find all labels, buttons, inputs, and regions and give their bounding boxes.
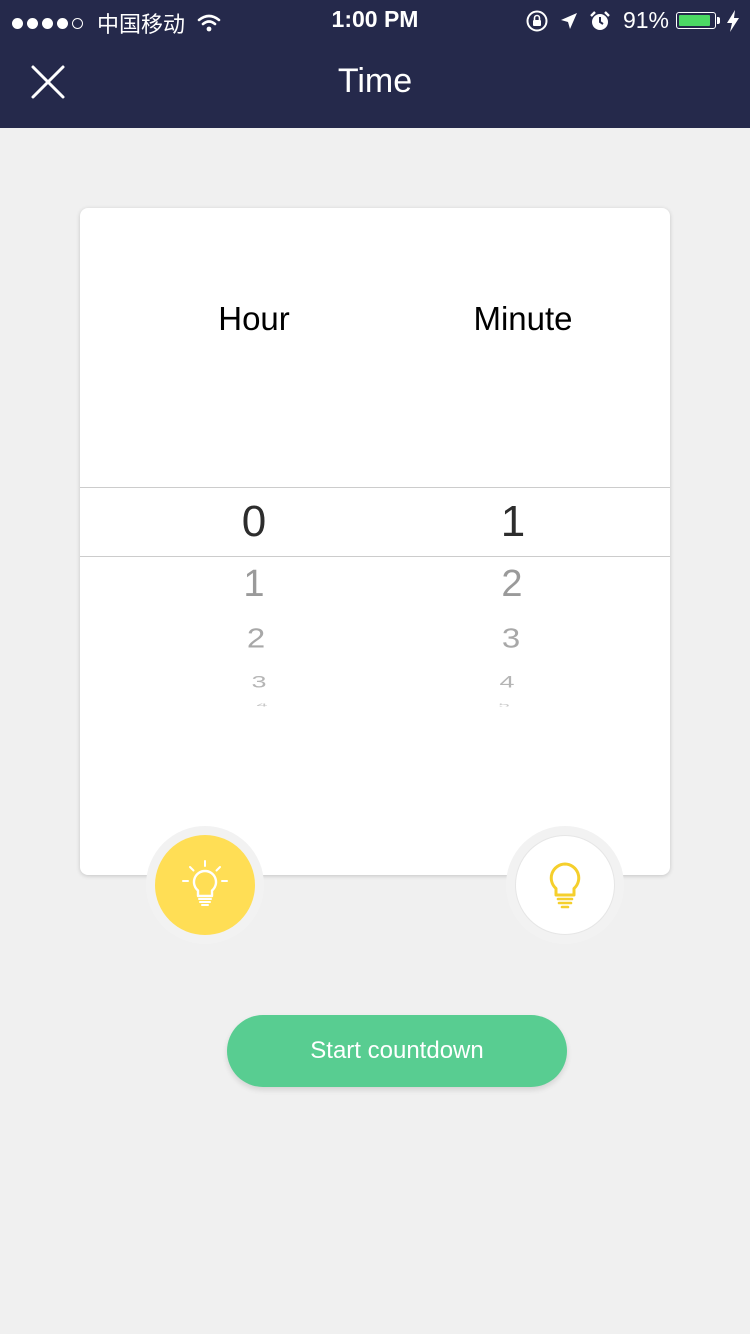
minute-option[interactable]: 3 [461, 622, 561, 654]
time-picker-card: Hour Minute 0 1 2 3 4 1 2 3 4 5 [80, 208, 670, 875]
minute-option[interactable]: 4 [457, 673, 557, 692]
battery-percent: 91% [622, 7, 669, 33]
battery-level [679, 15, 710, 26]
location-arrow-icon [560, 12, 577, 29]
minute-option[interactable]: 2 [462, 563, 562, 606]
hour-option[interactable]: 4 [212, 704, 312, 707]
light-on-button[interactable] [146, 826, 264, 944]
hour-selected-value[interactable]: 0 [204, 497, 304, 547]
hour-option[interactable]: 1 [204, 563, 304, 606]
page-title: Time [337, 62, 413, 100]
status-right: 91% [515, 7, 740, 34]
battery-nub [717, 17, 720, 24]
minute-option[interactable]: 5 [454, 704, 554, 707]
status-bar: 中国移动 1:00 PM 91% [0, 0, 750, 40]
hour-option[interactable]: 3 [209, 673, 309, 692]
minute-selected-value[interactable]: 1 [463, 497, 563, 547]
minute-column-label: Minute [473, 300, 573, 337]
hour-column-label: Hour [218, 300, 290, 337]
hour-option[interactable]: 2 [206, 622, 306, 654]
selection-bottom-line [80, 556, 670, 557]
start-countdown-button[interactable]: Start countdown [227, 1015, 567, 1087]
lightbulb-off-icon [549, 862, 581, 909]
light-off-button[interactable] [506, 826, 624, 944]
rotation-lock-icon [526, 10, 548, 31]
charging-bolt-icon [727, 9, 739, 32]
selection-top-line [80, 487, 670, 488]
alarm-icon [590, 10, 610, 30]
lightbulb-on-icon [182, 860, 228, 906]
light-off-circle [515, 835, 615, 935]
header-bar: 中国移动 1:00 PM 91% Time [0, 0, 750, 128]
battery-icon [676, 12, 716, 29]
light-on-circle [155, 835, 255, 935]
